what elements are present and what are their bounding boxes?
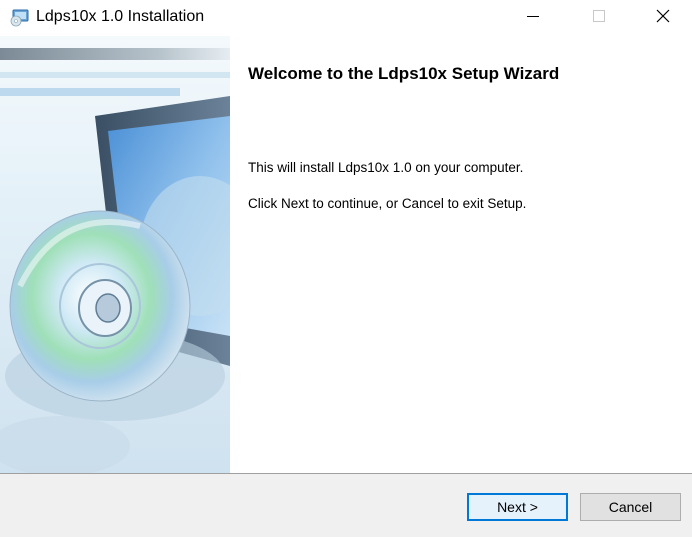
maximize-icon — [593, 9, 605, 27]
next-button[interactable]: Next > — [467, 493, 568, 521]
wizard-sidebar-image — [0, 36, 230, 473]
window-title: Ldps10x 1.0 Installation — [36, 8, 205, 25]
installer-icon — [10, 9, 30, 27]
minimize-button[interactable] — [510, 0, 556, 36]
maximize-button — [576, 0, 622, 36]
page-title: Welcome to the Ldps10x Setup Wizard — [248, 64, 560, 83]
continue-instructions: Click Next to continue, or Cancel to exi… — [248, 196, 527, 211]
title-bar: Ldps10x 1.0 Installation — [0, 0, 692, 36]
close-icon — [656, 9, 670, 28]
cancel-button[interactable]: Cancel — [580, 493, 681, 521]
wizard-content: Welcome to the Ldps10x Setup Wizard This… — [230, 36, 692, 473]
install-description: This will install Ldps10x 1.0 on your co… — [248, 160, 524, 175]
close-button[interactable] — [640, 0, 686, 36]
minimize-icon — [527, 9, 539, 27]
